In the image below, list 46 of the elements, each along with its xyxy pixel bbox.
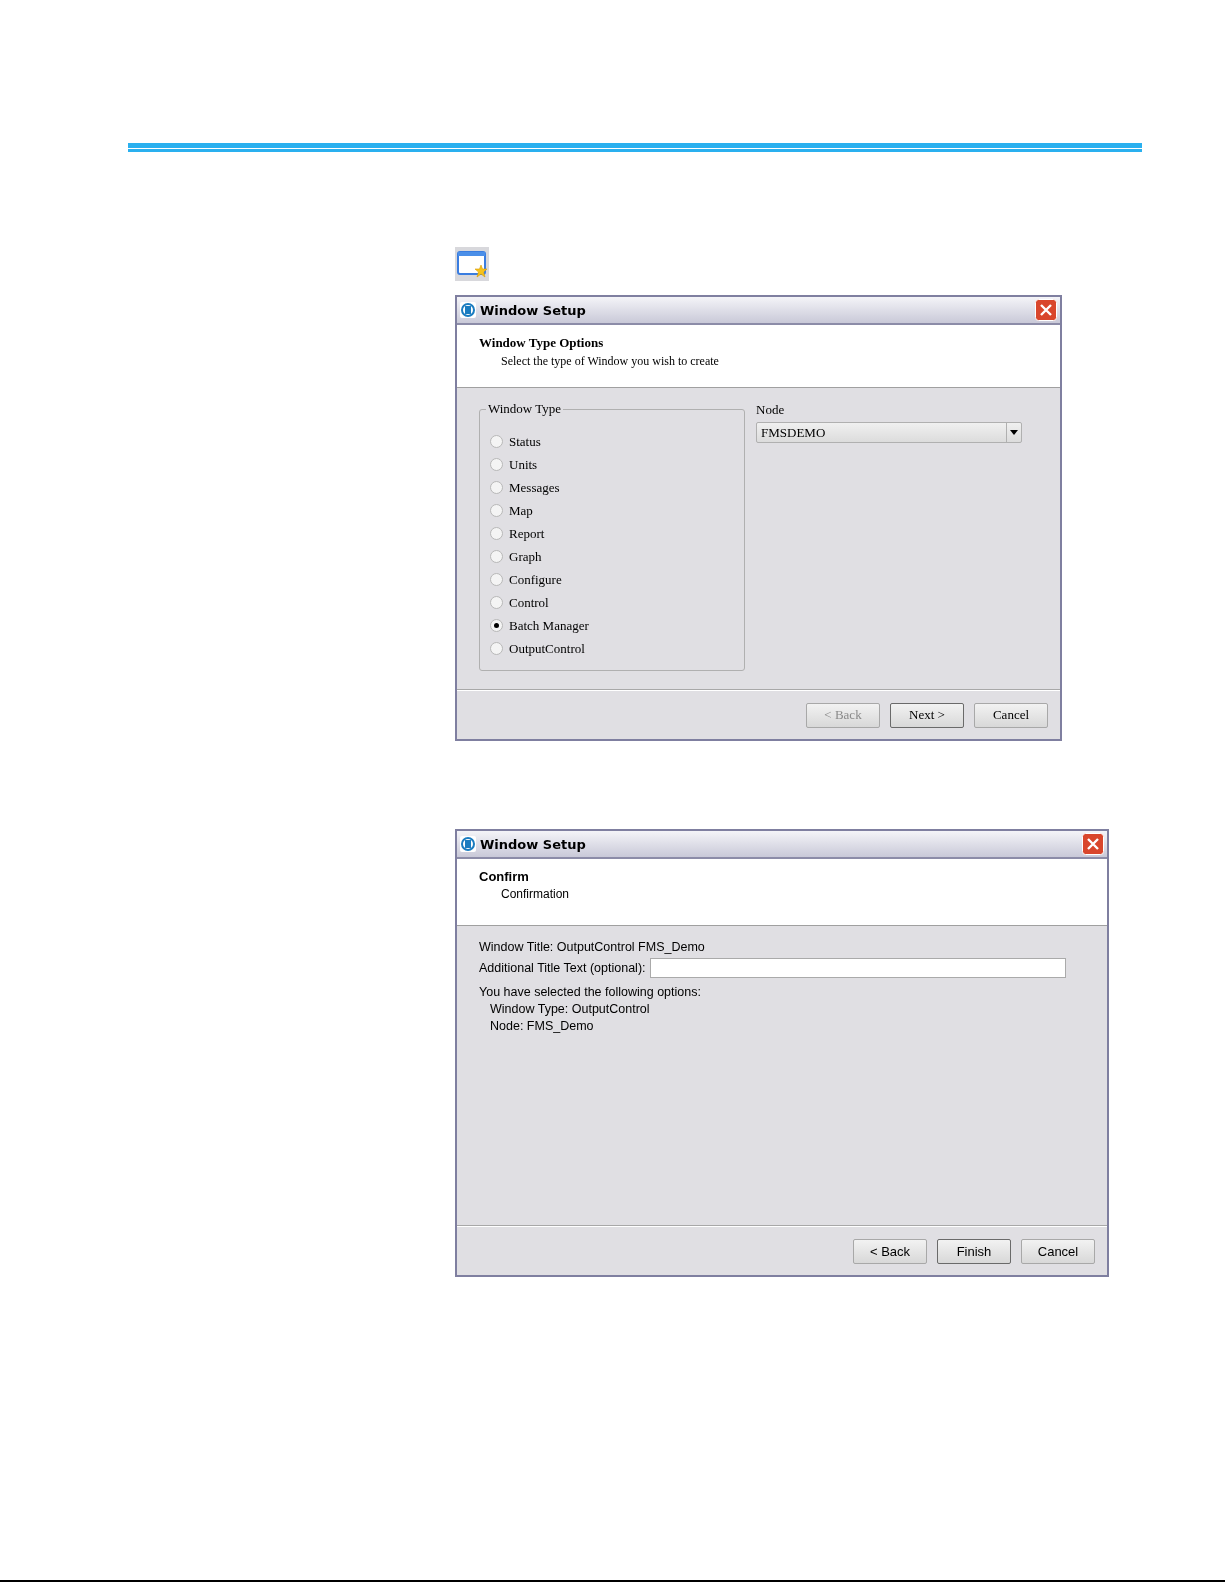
option-label[interactable]: Configure — [509, 571, 562, 588]
field-label: Node — [756, 402, 786, 418]
step-heading: Confirm — [479, 869, 530, 884]
radio-button[interactable] — [490, 504, 503, 517]
summary-text: Window Type: OutputControl — [489, 1001, 651, 1018]
wizard-button[interactable]: Next > — [890, 702, 964, 728]
app-icon — [460, 302, 476, 318]
input-field[interactable] — [649, 958, 1066, 978]
option-label[interactable]: OutputControl — [509, 640, 585, 657]
field-label: Additional Title Text (optional): — [479, 961, 646, 975]
summary-text: Node: FMS_Demo — [489, 1018, 595, 1035]
option-label[interactable]: Graph — [509, 548, 542, 565]
radio-button[interactable] — [490, 573, 503, 586]
node-dropdown[interactable]: FMSDEMO — [756, 422, 1022, 443]
wizard-button[interactable]: Cancel — [974, 702, 1048, 728]
radio-button[interactable] — [490, 596, 503, 609]
radio-button[interactable] — [490, 619, 503, 632]
radio-button[interactable] — [490, 481, 503, 494]
radio-button[interactable] — [490, 435, 503, 448]
wizard-button[interactable]: < Back — [853, 1238, 927, 1264]
app-icon — [460, 836, 476, 852]
option-label[interactable]: Messages — [509, 479, 560, 496]
option-label[interactable]: Status — [509, 433, 541, 450]
new-window-icon[interactable] — [455, 247, 489, 281]
option-label[interactable]: Batch Manager — [509, 617, 589, 634]
wizard-button[interactable]: Finish — [937, 1238, 1011, 1264]
step-description: Confirmation — [501, 887, 571, 901]
radio-button[interactable] — [490, 527, 503, 540]
wizard-button[interactable]: Cancel — [1021, 1238, 1095, 1264]
window-title: Window Setup — [480, 302, 587, 318]
close-icon[interactable] — [1082, 833, 1104, 855]
radio-button[interactable] — [490, 550, 503, 563]
window-title-text: Window Title: OutputControl FMS_Demo — [479, 940, 706, 954]
step-description: Select the type of Window you wish to create — [501, 354, 720, 369]
window-title: Window Setup — [480, 836, 587, 852]
group-label: Window Type — [486, 401, 564, 417]
dropdown-arrow-icon[interactable] — [1006, 423, 1021, 442]
option-label[interactable]: Report — [509, 525, 545, 542]
option-label[interactable]: Map — [509, 502, 533, 519]
radio-button[interactable] — [490, 458, 503, 471]
option-label[interactable]: Units — [509, 456, 538, 473]
close-icon[interactable] — [1035, 299, 1057, 321]
step-heading: Window Type Options — [479, 335, 605, 351]
option-label[interactable]: Control — [509, 594, 549, 611]
radio-button[interactable] — [490, 642, 503, 655]
summary-text: You have selected the following options: — [479, 984, 702, 1001]
